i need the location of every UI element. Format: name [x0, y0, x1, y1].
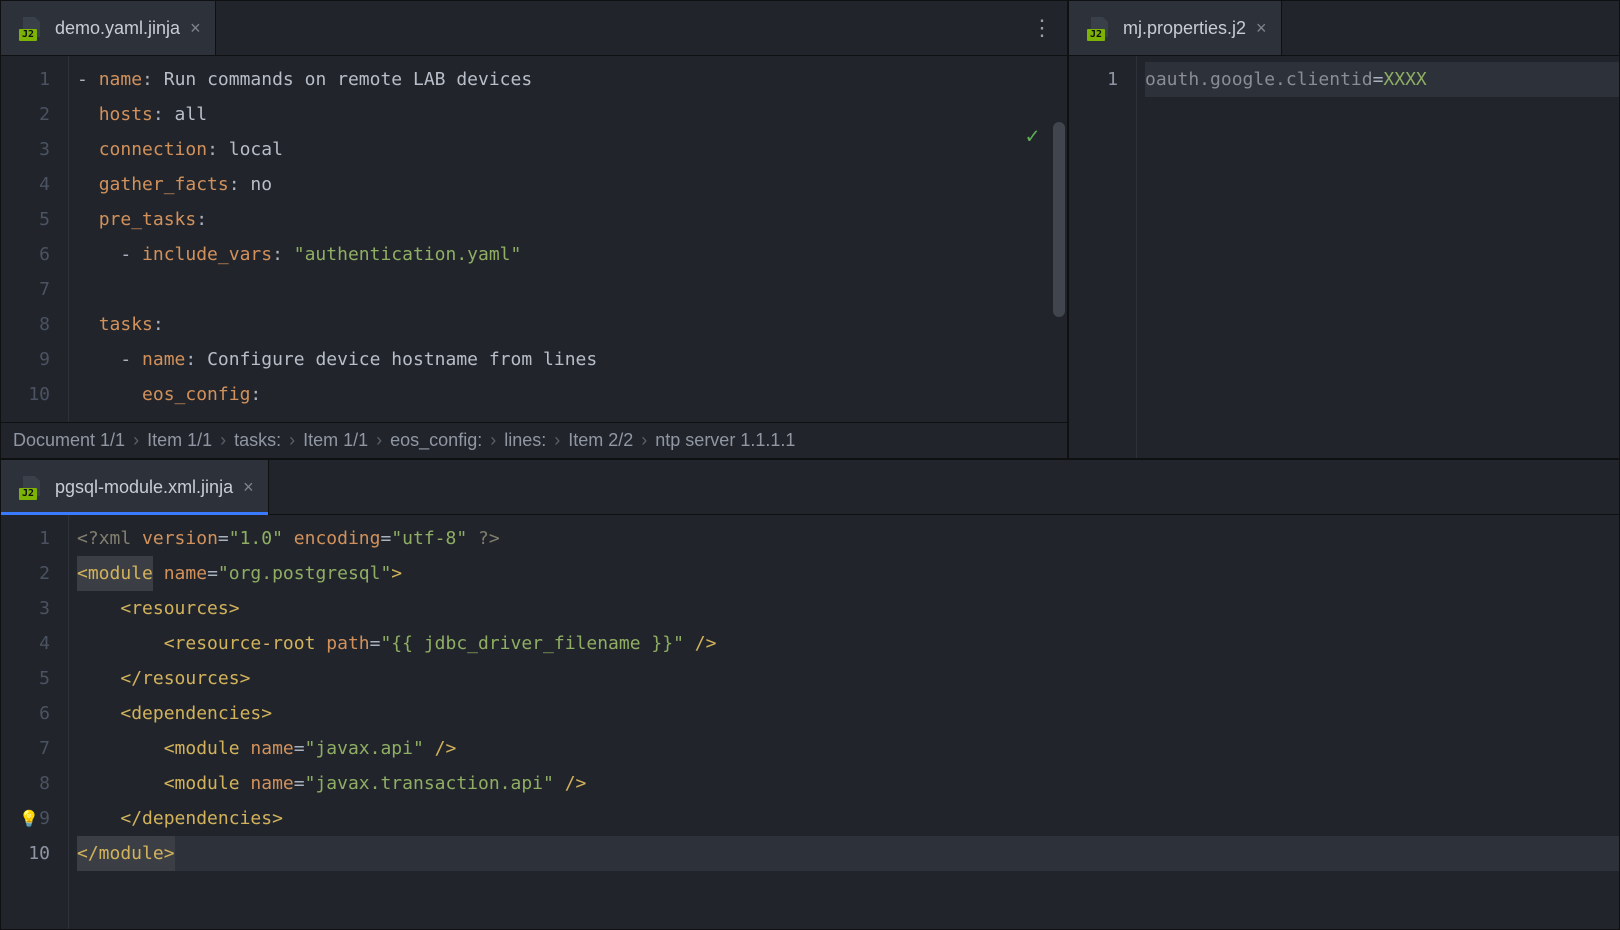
code-area[interactable]: oauth.google.clientid=XXXX	[1137, 56, 1619, 458]
tab-bar: demo.yaml.jinja × ⋮	[1, 1, 1067, 56]
jinja-file-icon	[1087, 17, 1113, 39]
top-row: demo.yaml.jinja × ⋮ 12345678910 - name: …	[0, 0, 1620, 459]
editor-body[interactable]: 1 oauth.google.clientid=XXXX	[1069, 56, 1619, 458]
code-line[interactable]: - include_vars: "authentication.yaml"	[77, 237, 1067, 272]
line-gutter: 12345678910	[1, 56, 69, 422]
code-line[interactable]: <resource-root path="{{ jdbc_driver_file…	[77, 626, 1619, 661]
code-line[interactable]: </resources>	[77, 661, 1619, 696]
editor-pane-top-left: demo.yaml.jinja × ⋮ 12345678910 - name: …	[0, 0, 1068, 459]
breadcrumb[interactable]: Document 1/1 › Item 1/1 › tasks: › Item 1/1 › eo…	[1, 422, 1067, 458]
code-line[interactable]: </module>	[77, 836, 1619, 871]
chevron-right-icon: ›	[376, 430, 382, 451]
tab-filename: mj.properties.j2	[1123, 18, 1246, 39]
code-area[interactable]: - name: Run commands on remote LAB devic…	[69, 56, 1067, 422]
code-line[interactable]: hosts: all	[77, 97, 1067, 132]
chevron-right-icon: ›	[220, 430, 226, 451]
close-icon[interactable]: ×	[1256, 18, 1267, 39]
line-gutter: 1	[1069, 56, 1137, 458]
code-line[interactable]: pre_tasks:	[77, 202, 1067, 237]
breadcrumb-segment[interactable]: eos_config:	[390, 430, 482, 451]
code-line[interactable]	[77, 272, 1067, 307]
code-line[interactable]: - name: Run commands on remote LAB devic…	[77, 62, 1067, 97]
analysis-ok-icon[interactable]: ✓	[1026, 124, 1039, 149]
code-line[interactable]: <?xml version="1.0" encoding="utf-8" ?>	[77, 521, 1619, 556]
tab-pgsql-module[interactable]: pgsql-module.xml.jinja ×	[1, 460, 269, 514]
code-line[interactable]: <module name="javax.transaction.api" />	[77, 766, 1619, 801]
tab-bar: pgsql-module.xml.jinja ×	[1, 460, 1619, 515]
jinja-file-icon	[19, 476, 45, 498]
bottom-row: pgsql-module.xml.jinja × 12345678910 <?x…	[0, 459, 1620, 930]
tab-bar: mj.properties.j2 ×	[1069, 1, 1619, 56]
code-area[interactable]: <?xml version="1.0" encoding="utf-8" ?><…	[69, 515, 1619, 929]
root: demo.yaml.jinja × ⋮ 12345678910 - name: …	[0, 0, 1620, 930]
line-gutter: 12345678910	[1, 515, 69, 929]
chevron-right-icon: ›	[641, 430, 647, 451]
breadcrumb-segment[interactable]: Item 1/1	[303, 430, 368, 451]
tab-demo-yaml[interactable]: demo.yaml.jinja ×	[1, 1, 216, 55]
code-line[interactable]: <resources>	[77, 591, 1619, 626]
breadcrumb-segment[interactable]: Item 1/1	[147, 430, 212, 451]
breadcrumb-segment[interactable]: lines:	[504, 430, 546, 451]
code-line[interactable]: connection: local	[77, 132, 1067, 167]
close-icon[interactable]: ×	[190, 18, 201, 39]
code-line[interactable]: oauth.google.clientid=XXXX	[1145, 62, 1619, 97]
code-line[interactable]: gather_facts: no	[77, 167, 1067, 202]
editor-body[interactable]: 12345678910 - name: Run commands on remo…	[1, 56, 1067, 422]
close-icon[interactable]: ×	[243, 477, 254, 498]
breadcrumb-segment[interactable]: tasks:	[234, 430, 281, 451]
chevron-right-icon: ›	[289, 430, 295, 451]
breadcrumb-segment[interactable]: Document 1/1	[13, 430, 125, 451]
editor-pane-bottom: pgsql-module.xml.jinja × 12345678910 <?x…	[0, 459, 1620, 930]
code-line[interactable]: - name: Configure device hostname from l…	[77, 342, 1067, 377]
code-line[interactable]: <module name="org.postgresql">	[77, 556, 1619, 591]
breadcrumb-segment[interactable]: ntp server 1.1.1.1	[655, 430, 795, 451]
code-line[interactable]: eos_config:	[77, 377, 1067, 412]
tab-overflow-button[interactable]: ⋮	[1031, 1, 1053, 55]
code-line[interactable]: </dependencies>💡	[77, 801, 1619, 836]
tab-filename: demo.yaml.jinja	[55, 18, 180, 39]
chevron-right-icon: ›	[554, 430, 560, 451]
code-line[interactable]: <dependencies>	[77, 696, 1619, 731]
tab-mj-properties[interactable]: mj.properties.j2 ×	[1069, 1, 1282, 55]
breadcrumb-segment[interactable]: Item 2/2	[568, 430, 633, 451]
scrollbar-thumb[interactable]	[1053, 122, 1065, 317]
jinja-file-icon	[19, 17, 45, 39]
editor-pane-top-right: mj.properties.j2 × 1 oauth.google.client…	[1068, 0, 1620, 459]
intention-bulb-icon[interactable]: 💡	[19, 801, 39, 836]
chevron-right-icon: ›	[490, 430, 496, 451]
editor-body[interactable]: 12345678910 <?xml version="1.0" encoding…	[1, 515, 1619, 929]
code-line[interactable]: tasks:	[77, 307, 1067, 342]
tab-filename: pgsql-module.xml.jinja	[55, 477, 233, 498]
code-line[interactable]: <module name="javax.api" />	[77, 731, 1619, 766]
chevron-right-icon: ›	[133, 430, 139, 451]
